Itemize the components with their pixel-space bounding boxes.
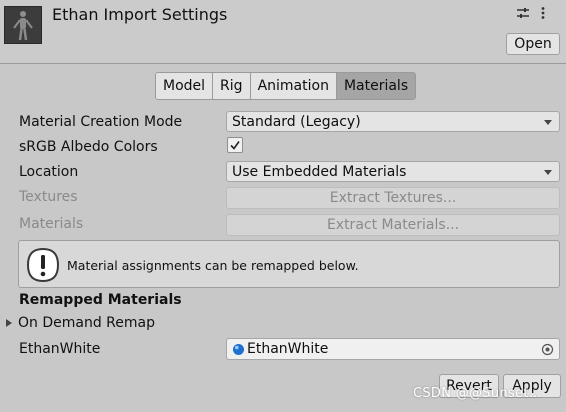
materials-row: Materials [19, 214, 83, 234]
srgb-albedo-checkbox[interactable] [227, 137, 243, 153]
srgb-albedo-label: sRGB Albedo Colors [19, 139, 158, 155]
material-object-value: EthanWhite [247, 341, 329, 357]
material-creation-mode-value: Standard (Legacy) [232, 113, 361, 130]
material-remap-label: EthanWhite [19, 341, 101, 357]
model-thumbnail [4, 6, 42, 44]
tab-rig[interactable]: Rig [213, 73, 251, 99]
tab-animation[interactable]: Animation [250, 73, 337, 99]
helpbox-message: Material assignments can be remapped bel… [67, 258, 359, 273]
chevron-down-icon [544, 170, 552, 175]
material-sphere-icon [233, 343, 244, 355]
humanoid-preview-icon [13, 11, 33, 41]
location-dropdown[interactable]: Use Embedded Materials [226, 161, 560, 182]
material-creation-mode-row: Material Creation Mode [19, 112, 182, 132]
location-label: Location [19, 164, 79, 180]
watermark-text: CSDN @@Sunset... [413, 386, 542, 401]
material-object-field[interactable]: EthanWhite [226, 338, 560, 360]
chevron-down-icon [544, 120, 552, 125]
extract-materials-button[interactable]: Extract Materials... [226, 214, 560, 236]
sliders-icon[interactable] [516, 6, 530, 20]
inspector-header: Ethan Import Settings Open [0, 0, 566, 64]
tab-model[interactable]: Model [156, 73, 214, 99]
on-demand-remap-foldout[interactable]: On Demand Remap [4, 315, 155, 331]
textures-label: Textures [19, 189, 78, 205]
srgb-albedo-row: sRGB Albedo Colors [19, 137, 158, 157]
material-creation-mode-label: Material Creation Mode [19, 114, 183, 130]
checkmark-icon [230, 141, 240, 150]
remapped-materials-heading: Remapped Materials [19, 292, 182, 308]
on-demand-remap-label: On Demand Remap [18, 315, 155, 331]
materials-label: Materials [19, 216, 84, 232]
object-picker-icon[interactable] [541, 343, 554, 356]
more-icon[interactable] [540, 6, 554, 20]
open-button[interactable]: Open [506, 33, 560, 55]
location-value: Use Embedded Materials [232, 163, 407, 180]
chevron-right-icon [6, 319, 12, 327]
tab-materials[interactable]: Materials [336, 73, 416, 99]
textures-row: Textures [19, 187, 78, 207]
info-helpbox: Material assignments can be remapped bel… [18, 240, 560, 288]
material-remap-row: EthanWhite [19, 339, 100, 359]
warning-icon [26, 247, 60, 283]
location-row: Location [19, 162, 78, 182]
inspector-title: Ethan Import Settings [52, 5, 228, 24]
extract-textures-button[interactable]: Extract Textures... [226, 187, 560, 209]
importer-tabs: Model Rig Animation Materials [155, 72, 417, 100]
material-creation-mode-dropdown[interactable]: Standard (Legacy) [226, 111, 560, 132]
